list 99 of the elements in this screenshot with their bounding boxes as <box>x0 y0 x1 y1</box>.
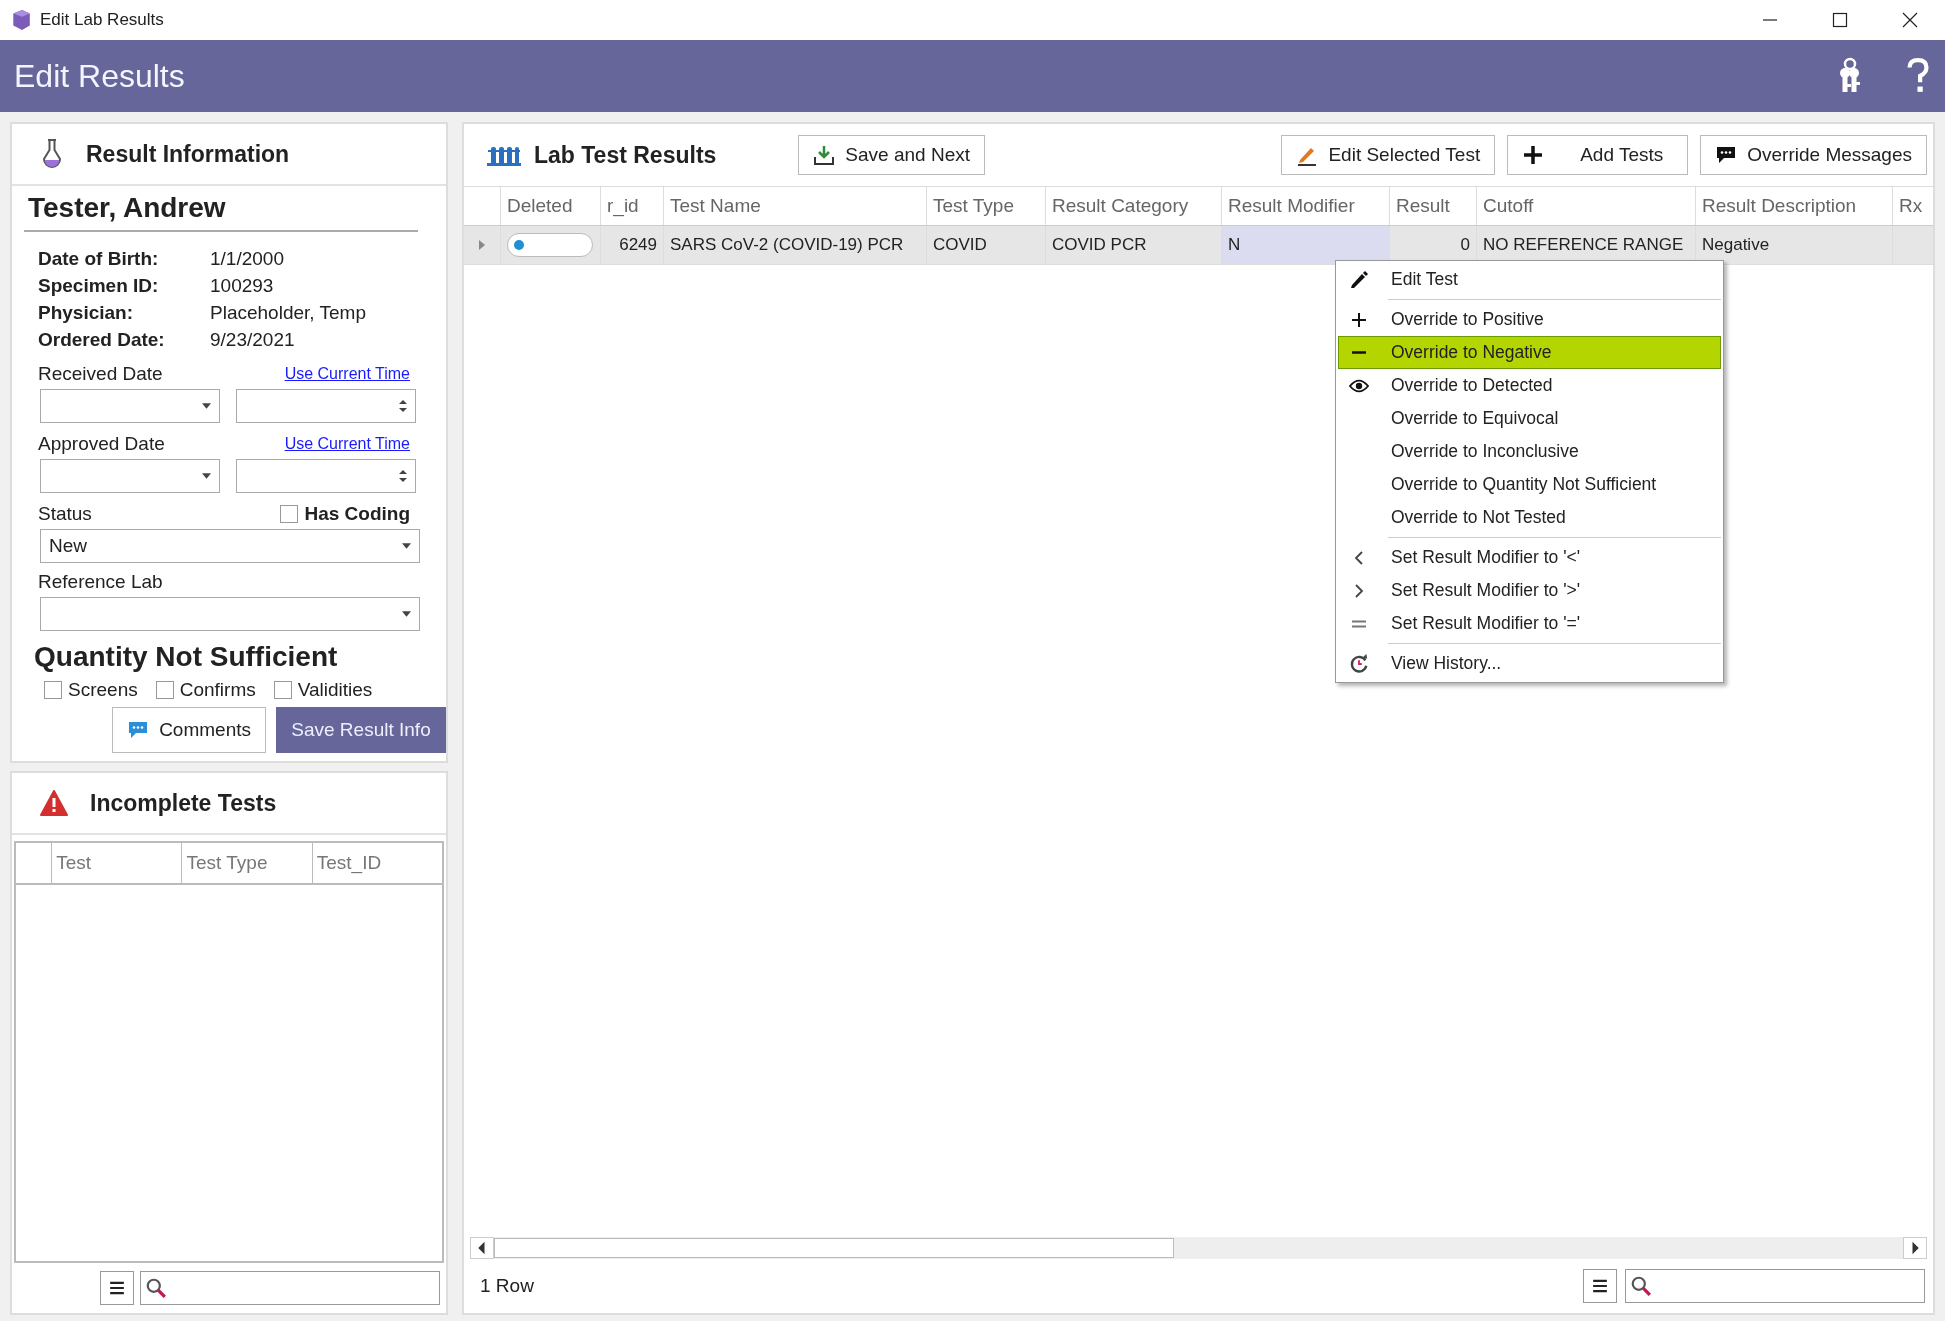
spinner-arrows-icon <box>399 469 407 483</box>
flask-icon <box>40 138 64 170</box>
menu-item[interactable]: Override to Detected <box>1338 369 1721 402</box>
field-label: Ordered Date: <box>38 329 166 351</box>
app-icon <box>10 9 32 31</box>
qns-checkbox[interactable]: Confirms <box>155 679 256 701</box>
warning-icon <box>40 790 68 816</box>
menu-button[interactable] <box>1583 1269 1617 1303</box>
patient-name: Tester, Andrew <box>24 192 418 232</box>
field-label: Physician: <box>38 302 135 324</box>
menu-item[interactable]: Override to Quantity Not Sufficient <box>1338 468 1721 501</box>
table-cell: COVID <box>927 226 1046 264</box>
toolbar-button[interactable]: Edit Selected Test <box>1281 135 1496 175</box>
field-label: Status <box>38 503 92 525</box>
menu-icon <box>1592 1279 1608 1293</box>
qns-title: Quantity Not Sufficient <box>34 641 339 673</box>
use-current-time-link[interactable]: Use Current Time <box>284 365 410 383</box>
menu-item[interactable]: Set Result Modifier to '>' <box>1338 574 1721 607</box>
menu-button[interactable] <box>100 1271 134 1305</box>
horizontal-scrollbar[interactable] <box>470 1237 1927 1259</box>
column-header[interactable]: Rx <box>1893 187 1945 225</box>
section-title: Incomplete Tests <box>90 789 277 817</box>
section-title: Lab Test Results <box>534 141 717 169</box>
column-header[interactable]: Test Name <box>664 187 927 225</box>
search-field[interactable] <box>1625 1269 1925 1303</box>
menu-item[interactable]: Set Result Modifier to '=' <box>1338 607 1721 640</box>
field-label: Approved Date <box>38 433 165 455</box>
scroll-left-icon[interactable] <box>470 1237 494 1259</box>
menu-item[interactable]: View History... <box>1338 647 1721 680</box>
table-cell: SARS CoV-2 (COVID-19) PCR <box>664 226 927 264</box>
field-label: Reference Lab <box>38 571 163 593</box>
field-label: Received Date <box>38 363 163 385</box>
column-header[interactable]: Result Modifier <box>1222 187 1390 225</box>
toolbar-button[interactable]: Add Tests <box>1507 135 1689 175</box>
save-result-info-button[interactable]: Save Result Info <box>276 707 446 753</box>
window-title: Edit Lab Results <box>40 10 164 30</box>
menu-item[interactable]: Edit Test <box>1338 263 1721 296</box>
field-label: Specimen ID: <box>38 275 160 297</box>
column-header[interactable]: Test Type <box>927 187 1046 225</box>
menu-item[interactable]: Set Result Modifier to '<' <box>1338 541 1721 574</box>
dropdown-arrow-icon <box>402 611 411 617</box>
menu-item[interactable]: Override to Equivocal <box>1338 402 1721 435</box>
menu-item[interactable]: Override to Positive <box>1338 303 1721 336</box>
field-value: 100293 <box>210 275 275 297</box>
minus-icon <box>1351 351 1367 354</box>
column-header[interactable]: Result Description <box>1696 187 1893 225</box>
field-value: Placeholder, Temp <box>210 302 367 324</box>
row-count: 1 Row <box>480 1275 534 1297</box>
use-current-time-link[interactable]: Use Current Time <box>284 435 410 453</box>
field-value: 9/23/2021 <box>210 329 296 351</box>
qns-checkbox[interactable]: Screens <box>44 679 138 701</box>
dropdown-arrow-icon <box>202 473 211 479</box>
toolbar-button[interactable]: Save and Next <box>798 135 985 175</box>
pencil-icon <box>1349 269 1369 290</box>
field-value: 1/1/2000 <box>210 248 285 270</box>
page-title: Edit Results <box>14 57 185 95</box>
chat-icon <box>1715 144 1738 166</box>
column-header[interactable]: Result Category <box>1046 187 1222 225</box>
time-spinner[interactable] <box>236 389 416 423</box>
download-icon <box>813 144 836 166</box>
time-spinner[interactable] <box>236 459 416 493</box>
help-icon[interactable] <box>1905 57 1931 95</box>
has-coding-checkbox[interactable]: Has Coding <box>280 503 410 525</box>
scroll-right-icon[interactable] <box>1903 1237 1927 1259</box>
column-header[interactable]: Test_ID <box>312 843 442 883</box>
reference-lab-dropdown[interactable] <box>40 597 420 631</box>
column-header[interactable]: Cutoff <box>1477 187 1696 225</box>
table-cell: 6249 <box>601 226 664 264</box>
row-indicator-icon <box>479 240 485 250</box>
column-header[interactable]: Test Type <box>182 843 313 883</box>
search-field[interactable] <box>140 1271 440 1305</box>
date-dropdown[interactable] <box>40 459 220 493</box>
status-dropdown[interactable]: New <box>40 529 420 563</box>
dropdown-arrow-icon <box>202 403 211 409</box>
qns-checkbox[interactable]: Validities <box>273 679 373 701</box>
search-icon <box>1630 1275 1652 1297</box>
spinner-arrows-icon <box>399 399 407 413</box>
column-header[interactable]: Result <box>1390 187 1477 225</box>
field-label: Date of Birth: <box>38 248 160 270</box>
table-cell: N <box>1222 226 1390 264</box>
column-header[interactable]: Test <box>52 843 183 883</box>
plus-icon <box>1522 144 1545 166</box>
menu-item[interactable]: Override to Not Tested <box>1338 501 1721 534</box>
comments-button[interactable]: Comments <box>112 707 266 753</box>
column-header[interactable]: Deleted <box>501 187 601 225</box>
menu-item[interactable]: Override to Negative <box>1338 336 1721 369</box>
scroll-thumb[interactable] <box>494 1238 1174 1258</box>
menu-icon <box>109 1281 125 1295</box>
chat-icon <box>127 719 150 741</box>
menu-item[interactable]: Override to Inconclusive <box>1338 435 1721 468</box>
section-title: Result Information <box>86 140 290 168</box>
history-icon <box>1349 653 1369 674</box>
deleted-toggle[interactable] <box>507 233 593 257</box>
toolbar-button[interactable]: Override Messages <box>1700 135 1927 175</box>
search-icon <box>145 1277 167 1299</box>
column-header[interactable]: r_id <box>601 187 664 225</box>
table-row[interactable]: 6249 SARS CoV-2 (COVID-19) PCR COVID COVID PCR N 0 NO REFERENCE RANGE Negative <box>464 226 1933 265</box>
date-dropdown[interactable] <box>40 389 220 423</box>
dropdown-arrow-icon <box>402 543 411 549</box>
